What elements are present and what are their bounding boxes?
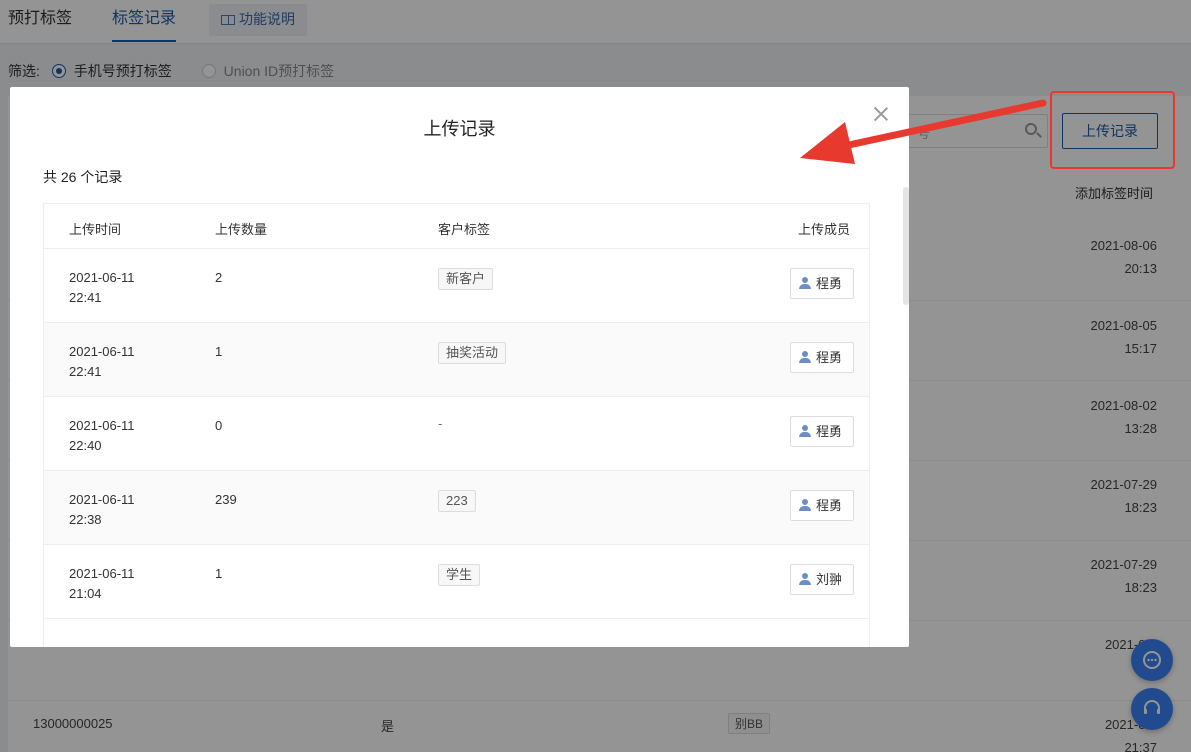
annotation-arrow-icon bbox=[800, 99, 1047, 164]
